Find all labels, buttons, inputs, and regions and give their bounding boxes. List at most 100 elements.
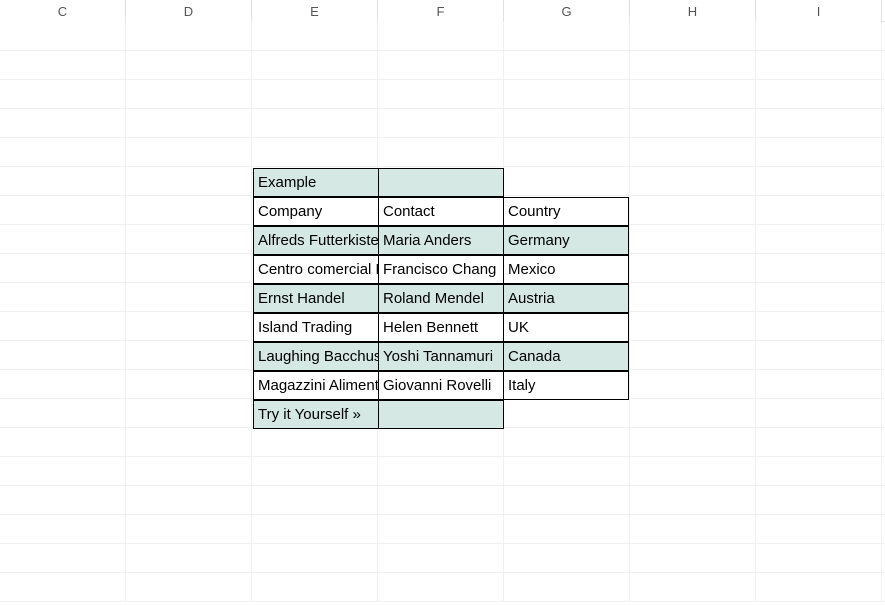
data-cell[interactable]: Francisco Chang [378, 255, 504, 284]
col-header[interactable]: D [126, 0, 252, 22]
grid-cell[interactable] [252, 51, 378, 80]
grid-cell[interactable] [126, 254, 252, 283]
grid-cell[interactable] [0, 167, 126, 196]
grid-cell[interactable] [126, 399, 252, 428]
grid-cell[interactable] [378, 22, 504, 51]
data-cell[interactable]: Laughing Bacchus Winecellars [253, 342, 379, 371]
grid-cell[interactable] [0, 341, 126, 370]
title-cell[interactable]: Example [253, 168, 379, 197]
grid-cell[interactable] [504, 544, 630, 573]
grid-cell[interactable] [504, 51, 630, 80]
footer-cell[interactable]: Try it Yourself » [253, 400, 379, 429]
grid-cell[interactable] [126, 283, 252, 312]
grid-cell[interactable] [378, 457, 504, 486]
col-header[interactable]: F [378, 0, 504, 22]
grid-cell[interactable] [378, 80, 504, 109]
grid-cell[interactable] [756, 254, 882, 283]
grid-cell[interactable] [126, 515, 252, 544]
grid-cell[interactable] [126, 225, 252, 254]
grid-cell[interactable] [756, 138, 882, 167]
grid-cell[interactable] [756, 196, 882, 225]
data-cell[interactable]: Austria [503, 284, 629, 313]
grid-cell[interactable] [0, 573, 126, 602]
grid-cell[interactable] [504, 138, 630, 167]
grid-cell[interactable] [630, 544, 756, 573]
grid-cell[interactable] [630, 80, 756, 109]
grid-cell[interactable] [0, 428, 126, 457]
data-cell[interactable]: Germany [503, 226, 629, 255]
grid-cell[interactable] [126, 428, 252, 457]
grid-cell[interactable] [756, 225, 882, 254]
grid-cell[interactable] [0, 254, 126, 283]
grid-cell[interactable] [0, 51, 126, 80]
grid-cell[interactable] [378, 109, 504, 138]
grid-cell[interactable] [504, 80, 630, 109]
data-cell[interactable]: Island Trading [253, 313, 379, 342]
data-cell[interactable]: Roland Mendel [378, 284, 504, 313]
grid-cell[interactable] [126, 312, 252, 341]
grid-cell[interactable] [0, 283, 126, 312]
grid-cell[interactable] [630, 457, 756, 486]
grid-cell[interactable] [0, 515, 126, 544]
grid-cell[interactable] [0, 312, 126, 341]
grid-cell[interactable] [0, 544, 126, 573]
grid-cell[interactable] [504, 109, 630, 138]
grid-cell[interactable] [126, 138, 252, 167]
grid-cell[interactable] [0, 196, 126, 225]
grid-cell[interactable] [378, 486, 504, 515]
data-cell[interactable]: Centro comercial Moctezuma [253, 255, 379, 284]
grid-cell[interactable] [504, 457, 630, 486]
grid-cell[interactable] [630, 283, 756, 312]
grid-cell[interactable] [252, 457, 378, 486]
grid-cell[interactable] [630, 109, 756, 138]
grid-cell[interactable] [630, 486, 756, 515]
grid-cell[interactable] [378, 51, 504, 80]
grid-cell[interactable] [756, 167, 882, 196]
grid-cell[interactable] [378, 515, 504, 544]
grid-cell[interactable] [756, 544, 882, 573]
grid-cell[interactable] [252, 428, 378, 457]
grid-cell[interactable] [504, 573, 630, 602]
grid-cell[interactable] [630, 22, 756, 51]
grid-cell[interactable] [630, 196, 756, 225]
grid-cell[interactable] [126, 486, 252, 515]
data-cell[interactable]: Maria Anders [378, 226, 504, 255]
grid-cell[interactable] [756, 312, 882, 341]
grid-cell[interactable] [0, 457, 126, 486]
grid-cell[interactable] [0, 225, 126, 254]
grid-cell[interactable] [252, 80, 378, 109]
grid-cell[interactable] [756, 399, 882, 428]
grid-cell[interactable] [630, 573, 756, 602]
grid-cell[interactable] [0, 370, 126, 399]
col-header[interactable]: I [756, 0, 882, 22]
grid-cell[interactable] [756, 515, 882, 544]
data-cell[interactable]: Ernst Handel [253, 284, 379, 313]
grid-cell[interactable] [0, 109, 126, 138]
data-cell[interactable]: Magazzini Alimentari Riuniti [253, 371, 379, 400]
grid-cell[interactable] [630, 399, 756, 428]
spreadsheet-grid[interactable]: C D E F G H I Example Company Contact Co… [0, 0, 885, 605]
grid-cell[interactable] [504, 428, 630, 457]
grid-cell[interactable] [630, 312, 756, 341]
col-header[interactable]: C [0, 0, 126, 22]
data-cell[interactable]: Giovanni Rovelli [378, 371, 504, 400]
grid-cell[interactable] [126, 341, 252, 370]
grid-cell[interactable] [756, 341, 882, 370]
grid-cell[interactable] [630, 225, 756, 254]
grid-cell[interactable] [630, 51, 756, 80]
data-cell[interactable]: Alfreds Futterkiste [253, 226, 379, 255]
grid-cell[interactable] [126, 573, 252, 602]
grid-cell[interactable] [252, 573, 378, 602]
grid-cell[interactable] [630, 138, 756, 167]
col-header[interactable]: G [504, 0, 630, 22]
grid-cell[interactable] [630, 370, 756, 399]
grid-cell[interactable] [126, 22, 252, 51]
grid-cell[interactable] [756, 80, 882, 109]
grid-cell[interactable] [504, 486, 630, 515]
grid-cell[interactable] [126, 544, 252, 573]
data-cell[interactable]: Canada [503, 342, 629, 371]
col-header[interactable]: E [252, 0, 378, 22]
grid-cell[interactable] [126, 167, 252, 196]
grid-cell[interactable] [504, 515, 630, 544]
grid-cell[interactable] [756, 428, 882, 457]
